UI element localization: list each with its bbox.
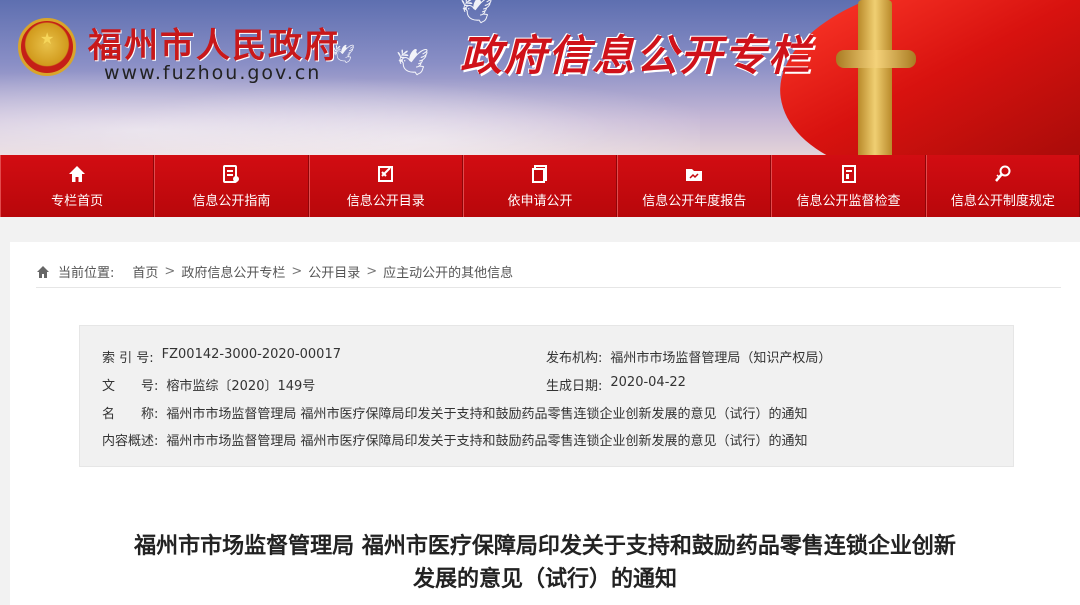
breadcrumb: 当前位置: 首页 > 政府信息公开专栏 > 公开目录 > 应主动公开的其他信息 <box>36 256 1061 288</box>
dove-icon: 🕊 <box>396 48 430 78</box>
meta-index-value: FZ00142-3000-2020-00017 <box>161 347 341 362</box>
meta-docno: 文 号: 榕市监综〔2020〕149号 <box>102 375 315 394</box>
document-title: 福州市市场监督管理局 福州市医疗保障局印发关于支持和鼓励药品零售连锁企业创新 发… <box>90 530 1000 596</box>
nav-item-annual-report[interactable]: 信息公开年度报告 <box>617 155 772 217</box>
nav-item-guide[interactable]: 信息公开指南 <box>154 155 309 217</box>
meta-summary-value: 福州市市场监督管理局 福州市医疗保障局印发关于支持和鼓励药品零售连锁企业创新发展… <box>166 434 808 449</box>
content-panel: 当前位置: 首页 > 政府信息公开专栏 > 公开目录 > 应主动公开的其他信息 … <box>10 242 1080 605</box>
meta-date: 生成日期: 2020-04-22 <box>546 375 686 394</box>
document-title-line: 发展的意见（试行）的通知 <box>412 567 677 592</box>
huabiao-cap-decoration <box>836 50 916 68</box>
catalog-icon <box>377 165 393 182</box>
meta-publisher-value: 福州市市场监督管理局（知识产权局） <box>610 351 832 366</box>
document-title-line: 福州市市场监督管理局 福州市医疗保障局印发关于支持和鼓励药品零售连锁企业创新 <box>134 534 956 559</box>
header-banner: 🕊 🕊 🕊 ★ 福州市人民政府 www.fuzhou.gov.cn 政府信息公开… <box>0 0 1080 160</box>
breadcrumb-separator: > <box>291 264 303 279</box>
breadcrumb-link-column[interactable]: 政府信息公开专栏 <box>181 262 285 281</box>
meta-publisher-label: 发布机构: <box>546 351 603 366</box>
nav-item-label: 专栏首页 <box>51 193 104 209</box>
guide-icon <box>223 164 240 183</box>
column-title: 政府信息公开专栏 <box>460 31 813 80</box>
site-domain[interactable]: www.fuzhou.gov.cn <box>104 62 321 84</box>
meta-summary-label: 内容概述: <box>102 434 159 449</box>
huabiao-pillar-decoration <box>858 0 892 160</box>
nav-item-label: 信息公开监督检查 <box>796 193 901 209</box>
site-title[interactable]: 福州市人民政府 <box>88 18 340 67</box>
star-icon: ★ <box>40 29 55 48</box>
breadcrumb-link-home[interactable]: 首页 <box>132 262 158 281</box>
report-icon <box>686 168 703 181</box>
breadcrumb-link-catalog[interactable]: 公开目录 <box>308 262 360 281</box>
nav-item-label: 信息公开制度规定 <box>950 193 1055 209</box>
main-nav: 专栏首页 信息公开指南 信息公开目录 依申请公开 信息公开年度报告 信息公开监督… <box>0 155 1080 217</box>
document-metadata: 索 引 号: FZ00142-3000-2020-00017 发布机构: 福州市… <box>79 325 1014 467</box>
breadcrumb-label: 当前位置: <box>58 266 115 281</box>
regulation-icon <box>994 165 1011 182</box>
nav-item-label: 信息公开年度报告 <box>642 193 747 209</box>
nav-item-label: 依申请公开 <box>507 193 573 209</box>
nav-item-label: 信息公开目录 <box>346 193 425 209</box>
breadcrumb-separator: > <box>366 264 378 279</box>
breadcrumb-link-current[interactable]: 应主动公开的其他信息 <box>383 262 513 281</box>
meta-summary: 内容概述: 福州市市场监督管理局 福州市医疗保障局印发关于支持和鼓励药品零售连锁… <box>102 430 808 449</box>
meta-name: 名 称: 福州市市场监督管理局 福州市医疗保障局印发关于支持和鼓励药品零售连锁企… <box>102 403 808 422</box>
nav-item-application[interactable]: 依申请公开 <box>462 155 618 217</box>
meta-index-label: 索 引 号: <box>102 351 154 366</box>
meta-index: 索 引 号: FZ00142-3000-2020-00017 <box>102 347 341 366</box>
nav-item-label: 信息公开指南 <box>192 193 271 209</box>
home-icon <box>69 165 86 182</box>
inspection-icon <box>841 164 856 183</box>
nav-item-catalog[interactable]: 信息公开目录 <box>308 155 463 217</box>
application-icon <box>531 164 547 183</box>
breadcrumb-separator: > <box>164 264 176 279</box>
nav-item-home[interactable]: 专栏首页 <box>0 155 155 217</box>
home-icon <box>37 265 49 278</box>
nav-item-inspection[interactable]: 信息公开监督检查 <box>771 155 926 217</box>
national-emblem-logo[interactable]: ★ <box>18 18 76 76</box>
meta-date-label: 生成日期: <box>546 379 603 394</box>
meta-name-value: 福州市市场监督管理局 福州市医疗保障局印发关于支持和鼓励药品零售连锁企业创新发展… <box>166 407 808 422</box>
meta-docno-value: 榕市监综〔2020〕149号 <box>166 379 316 394</box>
meta-publisher: 发布机构: 福州市市场监督管理局（知识产权局） <box>546 347 831 366</box>
meta-date-value: 2020-04-22 <box>610 375 686 390</box>
meta-docno-label: 文 号: <box>102 379 159 394</box>
red-flag-decoration <box>767 0 1080 160</box>
meta-name-label: 名 称: <box>102 407 159 422</box>
nav-item-regulation[interactable]: 信息公开制度规定 <box>925 155 1080 217</box>
